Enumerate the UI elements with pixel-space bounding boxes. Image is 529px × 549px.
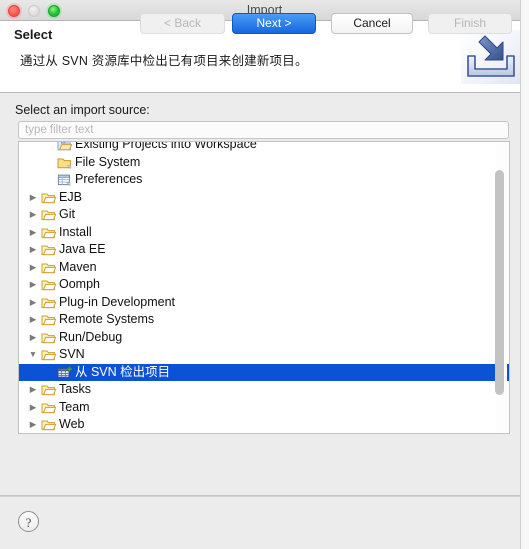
tree-row-selected[interactable]: 从 SVN 检出项目 — [19, 363, 509, 381]
tree-row[interactable]: ▶ Install — [19, 224, 509, 242]
tree-row-label: Team — [59, 399, 90, 414]
tree-row[interactable]: ▼ SVN — [19, 346, 509, 364]
tree-row-label: Run/Debug — [59, 329, 123, 344]
tree-row-label: File System — [75, 154, 141, 169]
tree-row-label: Oomph — [59, 277, 100, 291]
tree-row-label: Remote Systems — [59, 312, 155, 326]
page-description: 通过从 SVN 资源库中检出已有项目来创建新项目。 — [20, 54, 308, 68]
tree-row[interactable]: ▶ Maven — [19, 259, 509, 277]
folder-open-icon — [41, 313, 57, 327]
import-wizard-window: Import Select 通过从 SVN 资源库中检出已有项目来创建新项目。 — [0, 0, 529, 549]
wizard-footer — [0, 496, 529, 549]
folder-open-icon — [41, 331, 57, 345]
tree-row-label: Existing Projects into Workspace — [75, 141, 257, 151]
chevron-right-icon[interactable]: ▶ — [27, 329, 39, 347]
tree-scrollbar-thumb[interactable] — [495, 170, 504, 395]
tree-row[interactable]: ▶ Plug-in Development — [19, 294, 509, 312]
import-source-tree[interactable]: Existing Projects into Workspace File Sys… — [18, 141, 510, 434]
tree-row[interactable]: ▶ Run/Debug — [19, 329, 509, 347]
folder-open-icon — [41, 208, 57, 222]
tree-row[interactable]: ▶ Java EE — [19, 241, 509, 259]
chevron-down-icon[interactable]: ▼ — [27, 346, 39, 364]
tree-rows-container: Existing Projects into Workspace File Sys… — [19, 141, 509, 433]
chevron-right-icon[interactable]: ▶ — [27, 276, 39, 294]
wizard-body: Select an import source: Existing Projec… — [0, 93, 529, 496]
chevron-right-icon[interactable]: ▶ — [27, 224, 39, 242]
tree-row-label: Java EE — [59, 242, 106, 256]
back-button[interactable]: < Back — [140, 13, 225, 34]
tree-row[interactable]: ▶ Web — [19, 416, 509, 433]
svn-checkout-icon — [57, 366, 73, 380]
tree-row[interactable]: ▶ Team — [19, 399, 509, 417]
folder-icon — [57, 156, 72, 170]
folder-open-icon — [41, 226, 57, 240]
tree-row[interactable]: ▶ Remote Systems — [19, 311, 509, 329]
next-button[interactable]: Next > — [232, 13, 316, 34]
tree-row-label: SVN — [59, 347, 85, 361]
folder-open-icon — [41, 278, 57, 292]
cancel-button[interactable]: Cancel — [331, 13, 413, 34]
chevron-right-icon[interactable]: ▶ — [27, 206, 39, 224]
tree-row-label: EJB — [59, 189, 82, 204]
tree-row[interactable]: ▶ EJB — [19, 189, 509, 207]
folder-open-icon — [41, 191, 57, 205]
chevron-right-icon[interactable]: ▶ — [27, 259, 39, 277]
preferences-icon — [57, 173, 72, 187]
tree-row-label: Tasks — [59, 382, 91, 396]
chevron-right-icon[interactable]: ▶ — [27, 311, 39, 329]
chevron-right-icon[interactable]: ▶ — [27, 399, 39, 417]
folder-open-icon — [41, 401, 57, 415]
tree-row-label: Install — [59, 224, 92, 239]
tree-row[interactable]: ▶ Git — [19, 206, 509, 224]
tree-scrollbar-track[interactable] — [495, 144, 507, 433]
folder-open-icon — [41, 296, 57, 310]
page-title: Select — [14, 27, 53, 42]
chevron-right-icon[interactable]: ▶ — [27, 416, 39, 433]
filter-text-input[interactable] — [18, 121, 509, 139]
folder-open-icon — [41, 348, 57, 362]
chevron-right-icon[interactable]: ▶ — [27, 241, 39, 259]
chevron-right-icon[interactable]: ▶ — [27, 294, 39, 312]
tree-row[interactable]: ▶ Tasks — [19, 381, 509, 399]
folder-open-icon — [41, 261, 57, 275]
tree-row[interactable]: Preferences — [19, 171, 509, 189]
finish-button[interactable]: Finish — [428, 13, 512, 34]
help-button[interactable]: ? — [18, 511, 39, 532]
folder-open-icon — [41, 418, 57, 432]
import-projects-icon — [57, 142, 73, 152]
tree-row[interactable]: Existing Projects into Workspace — [19, 141, 509, 154]
tree-row-label: Maven — [59, 259, 97, 274]
tree-row[interactable]: File System — [19, 154, 509, 172]
import-source-label: Select an import source: — [15, 103, 150, 117]
chevron-right-icon[interactable]: ▶ — [27, 189, 39, 207]
folder-open-icon — [41, 243, 57, 257]
tree-row[interactable]: ▶ Oomph — [19, 276, 509, 294]
chevron-right-icon[interactable]: ▶ — [27, 381, 39, 399]
tree-row-label: Web — [59, 417, 85, 431]
tree-row-label: Git — [59, 207, 75, 221]
tree-row-label: Preferences — [75, 172, 143, 186]
tree-row-label: Plug-in Development — [59, 294, 176, 309]
tree-row-label: 从 SVN 检出项目 — [75, 364, 171, 379]
folder-open-icon — [41, 383, 57, 397]
import-wizard-icon — [461, 30, 523, 84]
